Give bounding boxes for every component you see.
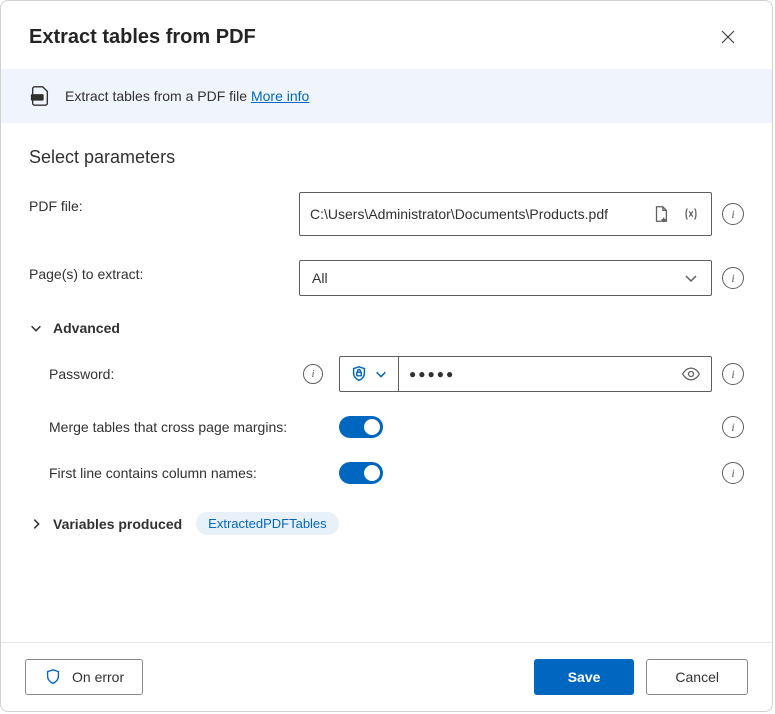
pdf-file-info-icon[interactable]: i	[722, 203, 744, 225]
first-line-label: First line contains column names:	[49, 465, 339, 481]
dialog-header: Extract tables from PDF	[1, 1, 772, 69]
file-picker-icon[interactable]	[651, 204, 671, 224]
password-type-select[interactable]	[340, 357, 399, 391]
pages-select[interactable]: All	[299, 260, 712, 296]
dialog-title: Extract tables from PDF	[29, 26, 256, 49]
param-first-line: First line contains column names: i	[49, 462, 744, 484]
variable-icon[interactable]	[681, 204, 701, 224]
info-banner: PDF Extract tables from a PDF file More …	[1, 69, 772, 123]
param-merge: Merge tables that cross page margins: i	[49, 416, 744, 438]
merge-label: Merge tables that cross page margins:	[49, 419, 339, 435]
first-line-toggle[interactable]	[339, 462, 383, 484]
advanced-block: Password: i ●●●●●	[29, 356, 744, 484]
password-label-info-icon[interactable]: i	[303, 364, 323, 384]
show-password-icon[interactable]	[681, 364, 701, 384]
param-pages: Page(s) to extract: All i	[29, 260, 744, 296]
password-masked: ●●●●●	[409, 367, 681, 381]
chevron-down-icon	[683, 270, 699, 286]
advanced-label: Advanced	[53, 320, 120, 336]
on-error-button[interactable]: On error	[25, 659, 143, 695]
svg-text:PDF: PDF	[33, 95, 42, 100]
variable-badge[interactable]: ExtractedPDFTables	[196, 512, 339, 535]
section-title: Select parameters	[29, 147, 744, 168]
password-input-group: ●●●●●	[339, 356, 712, 392]
merge-info-icon[interactable]: i	[722, 416, 744, 438]
cancel-button[interactable]: Cancel	[646, 659, 748, 695]
advanced-expander[interactable]: Advanced	[29, 320, 744, 336]
first-line-info-icon[interactable]: i	[722, 462, 744, 484]
shield-icon	[44, 668, 62, 686]
close-icon	[720, 29, 736, 45]
merge-toggle[interactable]	[339, 416, 383, 438]
variables-expander[interactable]: Variables produced	[29, 516, 182, 532]
pdf-file-value: C:\Users\Administrator\Documents\Product…	[310, 205, 643, 223]
param-pdf-file: PDF file: C:\Users\Administrator\Documen…	[29, 192, 744, 236]
close-button[interactable]	[712, 21, 744, 53]
chevron-right-icon	[29, 517, 43, 531]
dialog: Extract tables from PDF PDF Extract tabl…	[0, 0, 773, 712]
param-password: Password: i ●●●●●	[49, 356, 744, 392]
pages-value: All	[312, 270, 328, 286]
content-area: Select parameters PDF file: C:\Users\Adm…	[1, 123, 772, 642]
variables-produced: Variables produced ExtractedPDFTables	[29, 512, 744, 535]
password-info-icon[interactable]: i	[722, 363, 744, 385]
pdf-file-input[interactable]: C:\Users\Administrator\Documents\Product…	[299, 192, 712, 236]
save-button[interactable]: Save	[534, 659, 635, 695]
more-info-link[interactable]: More info	[251, 88, 309, 104]
password-input[interactable]: ●●●●●	[399, 357, 711, 391]
password-label: Password:	[49, 366, 114, 382]
chevron-down-icon	[29, 321, 43, 335]
pages-label: Page(s) to extract:	[29, 260, 299, 282]
pdf-file-label: PDF file:	[29, 192, 299, 214]
shield-lock-icon	[350, 365, 368, 383]
banner-description: Extract tables from a PDF file More info	[65, 88, 309, 104]
variables-label: Variables produced	[53, 516, 182, 532]
pages-info-icon[interactable]: i	[722, 267, 744, 289]
dialog-footer: On error Save Cancel	[1, 642, 772, 711]
chevron-down-icon	[374, 367, 388, 381]
pdf-icon: PDF	[29, 85, 51, 107]
